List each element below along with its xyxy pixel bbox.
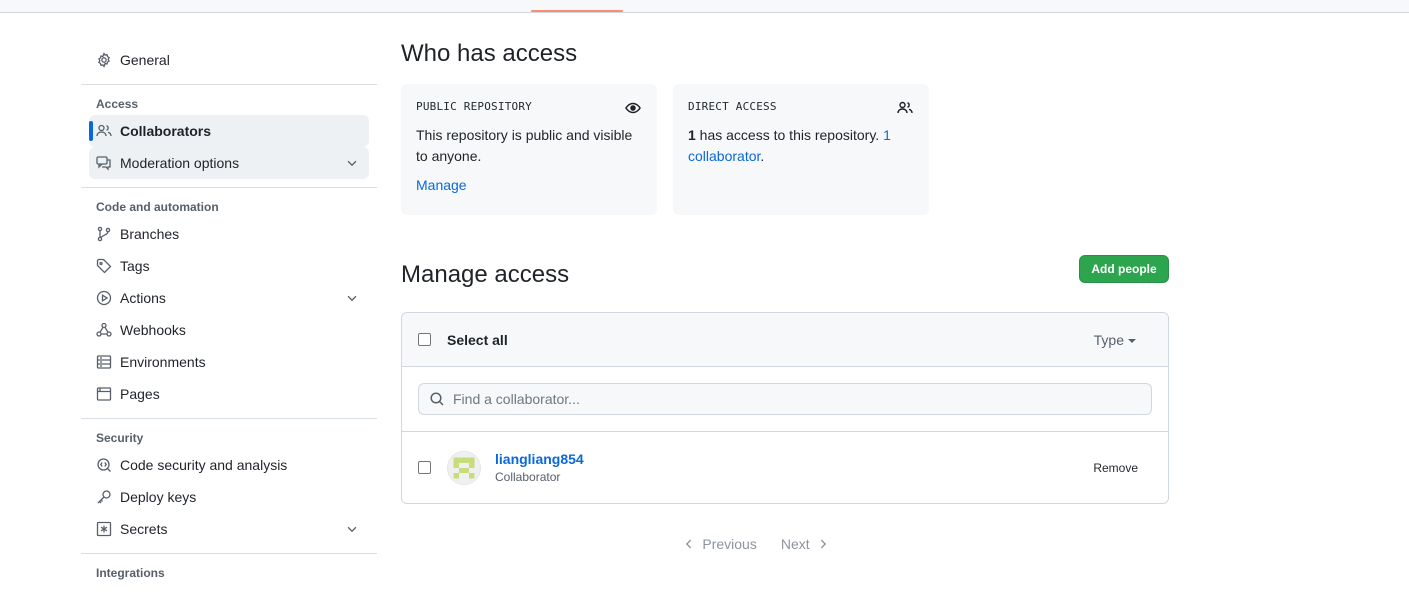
sidebar-item-code-security[interactable]: Code security and analysis xyxy=(89,449,369,481)
chevron-down-icon[interactable] xyxy=(345,156,359,170)
card-body: 1 has access to this repository. 1 colla… xyxy=(688,125,914,167)
previous-page-button[interactable]: Previous xyxy=(682,536,757,552)
select-all-label[interactable]: Select all xyxy=(447,332,508,348)
card-label: DIRECT ACCESS xyxy=(688,100,777,113)
sidebar-item-collaborators[interactable]: Collaborators xyxy=(89,115,369,147)
next-page-button[interactable]: Next xyxy=(781,536,830,552)
sidebar-item-webhooks[interactable]: Webhooks xyxy=(89,314,369,346)
sidebar-section-access: Access xyxy=(96,97,139,111)
collaborators-box-header: Select all Type xyxy=(402,313,1168,367)
codescan-icon xyxy=(96,457,112,473)
chevron-down-icon[interactable] xyxy=(345,291,359,305)
sidebar-item-label: Deploy keys xyxy=(120,489,197,505)
pagination: Previous Next xyxy=(401,536,1169,552)
card-body: This repository is public and visible to… xyxy=(416,127,633,164)
sidebar-item-pages[interactable]: Pages xyxy=(89,378,369,410)
play-icon xyxy=(96,290,112,306)
git-branch-icon xyxy=(96,226,112,242)
select-all-checkbox[interactable] xyxy=(418,333,431,346)
who-has-access-title: Who has access xyxy=(401,40,578,67)
card-label: PUBLIC REPOSITORY xyxy=(416,100,532,113)
sidebar-item-label: Tags xyxy=(120,258,150,274)
collaborator-search-container xyxy=(402,367,1168,432)
sidebar-item-moderation-options[interactable]: Moderation options xyxy=(89,147,369,179)
sidebar-item-label: Code security and analysis xyxy=(120,457,288,473)
previous-label: Previous xyxy=(702,536,757,552)
tag-icon xyxy=(96,258,112,274)
sidebar-item-deploy-keys[interactable]: Deploy keys xyxy=(89,481,369,513)
access-count: 1 xyxy=(688,127,696,143)
sidebar-divider xyxy=(81,553,377,554)
sidebar-item-label: Environments xyxy=(120,354,206,370)
caret-down-icon xyxy=(1128,339,1136,344)
settings-sidebar: General Access Collaborators Moderation … xyxy=(81,44,377,584)
access-text: has access to this repository. xyxy=(695,127,884,143)
sidebar-item-label: Collaborators xyxy=(120,123,212,139)
sidebar-divider xyxy=(81,84,377,85)
remove-collaborator-button[interactable]: Remove xyxy=(1093,461,1138,475)
main-content: Who has access PUBLIC REPOSITORY This re… xyxy=(401,40,1169,552)
manage-access-title: Manage access xyxy=(401,261,570,288)
people-icon xyxy=(96,123,112,139)
sidebar-item-label: Moderation options xyxy=(120,155,240,171)
collaborator-search xyxy=(418,383,1152,415)
collaborator-checkbox[interactable] xyxy=(418,461,431,474)
direct-access-card: DIRECT ACCESS 1 has access to this repos… xyxy=(673,84,929,215)
collaborators-box: Select all Type Find a collaborator... l… xyxy=(401,312,1169,504)
chevron-down-icon[interactable] xyxy=(345,522,359,536)
sidebar-item-secrets[interactable]: Secrets xyxy=(89,513,369,545)
access-cards: PUBLIC REPOSITORY This repository is pub… xyxy=(401,84,1169,215)
sidebar-item-label: General xyxy=(120,52,170,68)
sidebar-divider xyxy=(81,418,377,419)
server-icon xyxy=(96,354,112,370)
public-repository-card: PUBLIC REPOSITORY This repository is pub… xyxy=(401,84,657,215)
selected-tab-indicator xyxy=(531,10,623,12)
sidebar-item-branches[interactable]: Branches xyxy=(89,218,369,250)
manage-access-header: Manage access Add people xyxy=(401,255,1169,295)
chevron-right-icon xyxy=(820,539,826,549)
collaborator-row: liangliang854 Collaborator Remove xyxy=(402,432,1168,503)
people-icon xyxy=(897,100,913,116)
avatar[interactable] xyxy=(447,450,481,485)
sidebar-item-actions[interactable]: Actions xyxy=(89,282,369,314)
search-input[interactable] xyxy=(453,391,1133,407)
sidebar-item-general[interactable]: General xyxy=(81,44,369,76)
eye-icon xyxy=(625,100,641,116)
type-filter-label: Type xyxy=(1093,332,1124,348)
sidebar-item-label: Webhooks xyxy=(120,322,186,338)
sidebar-item-label: Pages xyxy=(120,386,160,402)
sidebar-section-security: Security xyxy=(96,431,144,445)
sidebar-section-integrations: Integrations xyxy=(96,566,165,580)
sidebar-item-label: Branches xyxy=(120,226,180,242)
asterisk-box-icon xyxy=(96,521,112,537)
manage-visibility-link[interactable]: Manage xyxy=(416,177,467,193)
repo-tab-bar xyxy=(0,0,1409,13)
webhook-icon xyxy=(96,322,112,338)
chevron-left-icon xyxy=(686,539,692,549)
browser-icon xyxy=(96,386,112,402)
sidebar-divider xyxy=(81,187,377,188)
sidebar-section-code-automation: Code and automation xyxy=(96,200,219,214)
next-label: Next xyxy=(780,536,810,552)
gear-icon xyxy=(96,52,112,68)
add-people-button[interactable]: Add people xyxy=(1079,255,1169,283)
access-period: . xyxy=(760,148,765,164)
comment-discussion-icon xyxy=(96,155,112,171)
collaborator-username-link[interactable]: liangliang854 xyxy=(495,451,584,467)
sidebar-item-tags[interactable]: Tags xyxy=(89,250,369,282)
collaborator-info: liangliang854 Collaborator xyxy=(495,451,584,484)
collaborator-role: Collaborator xyxy=(495,470,561,484)
type-filter-dropdown[interactable]: Type xyxy=(1094,332,1136,348)
sidebar-item-label: Secrets xyxy=(120,521,168,537)
sidebar-item-label: Actions xyxy=(120,290,166,306)
search-icon xyxy=(429,391,445,407)
sidebar-item-environments[interactable]: Environments xyxy=(89,346,369,378)
key-icon xyxy=(96,489,112,505)
